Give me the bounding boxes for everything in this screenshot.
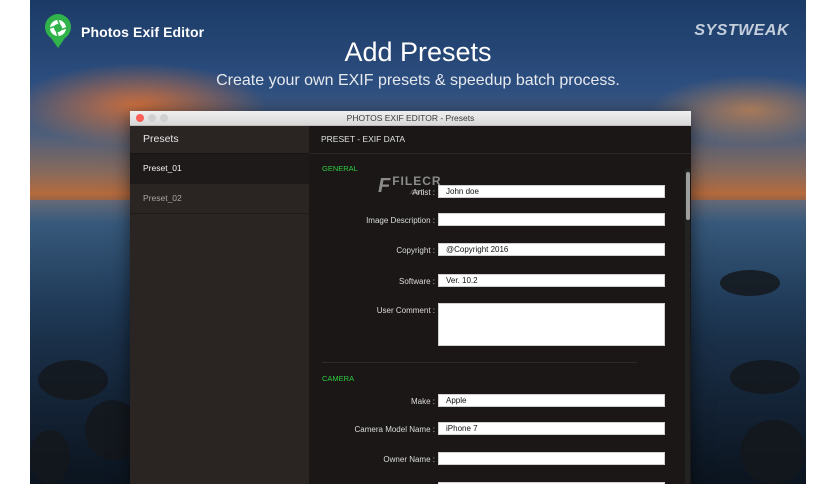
rock-decoration bbox=[740, 420, 806, 484]
field-label-copyright: Copyright : bbox=[396, 246, 435, 255]
preset-item[interactable]: Preset_01 bbox=[130, 154, 309, 184]
presets-sidebar: Presets Preset_01 Preset_02 bbox=[130, 126, 309, 484]
section-divider bbox=[322, 362, 637, 363]
make-field[interactable]: Apple bbox=[438, 394, 665, 407]
rock-decoration bbox=[730, 360, 800, 394]
zoom-window-button[interactable] bbox=[160, 114, 168, 122]
banner-headline: Add Presets bbox=[344, 37, 492, 67]
preset-item[interactable]: Preset_02 bbox=[130, 184, 309, 214]
software-field[interactable]: Ver. 10.2 bbox=[438, 274, 665, 287]
rock-decoration bbox=[720, 270, 780, 296]
watermark-f-icon: F bbox=[378, 175, 391, 197]
rock-decoration bbox=[30, 430, 70, 484]
field-label-camera-model: Camera Model Name : bbox=[354, 425, 435, 434]
copyright-field[interactable]: @Copyright 2016 bbox=[438, 243, 665, 256]
close-window-button[interactable] bbox=[136, 114, 144, 122]
sidebar-header: Presets bbox=[130, 126, 309, 154]
field-label-software: Software : bbox=[398, 277, 435, 286]
app-window: PHOTOS EXIF EDITOR - Presets Presets Pre… bbox=[130, 111, 691, 484]
window-titlebar: PHOTOS EXIF EDITOR - Presets bbox=[130, 111, 691, 126]
camera-model-field[interactable]: iPhone 7 bbox=[438, 422, 665, 435]
section-title-camera: CAMERA bbox=[322, 374, 355, 383]
artist-field[interactable]: John doe bbox=[438, 185, 665, 198]
field-label-make: Make : bbox=[410, 397, 435, 406]
preset-exif-panel: PRESET - EXIF DATA GENERAL Artist : John… bbox=[310, 126, 691, 484]
watermark-text: FILECR .com bbox=[392, 175, 441, 199]
minimize-window-button[interactable] bbox=[148, 114, 156, 122]
rock-decoration bbox=[38, 360, 108, 400]
owner-name-field[interactable] bbox=[438, 452, 665, 465]
promo-banner: Photos Exif Editor SYSTWEAK Add Presets … bbox=[30, 0, 806, 484]
user-comment-field[interactable] bbox=[438, 303, 665, 346]
filecr-watermark: F FILECR .com bbox=[378, 175, 442, 199]
field-label-user-comment: User Comment : bbox=[376, 306, 435, 315]
panel-header: PRESET - EXIF DATA bbox=[310, 126, 691, 154]
image-description-field[interactable] bbox=[438, 213, 665, 226]
section-title-general: GENERAL bbox=[322, 164, 358, 173]
scrollbar-thumb[interactable] bbox=[686, 172, 690, 220]
window-title: PHOTOS EXIF EDITOR - Presets bbox=[346, 113, 475, 123]
watermark-name: FILECR bbox=[392, 174, 442, 188]
field-label-owner-name: Owner Name : bbox=[383, 455, 435, 464]
watermark-domain: .com bbox=[409, 189, 425, 196]
banner-subline: Create your own EXIF presets & speedup b… bbox=[216, 72, 620, 89]
field-label-image-description: Image Description : bbox=[366, 216, 435, 225]
